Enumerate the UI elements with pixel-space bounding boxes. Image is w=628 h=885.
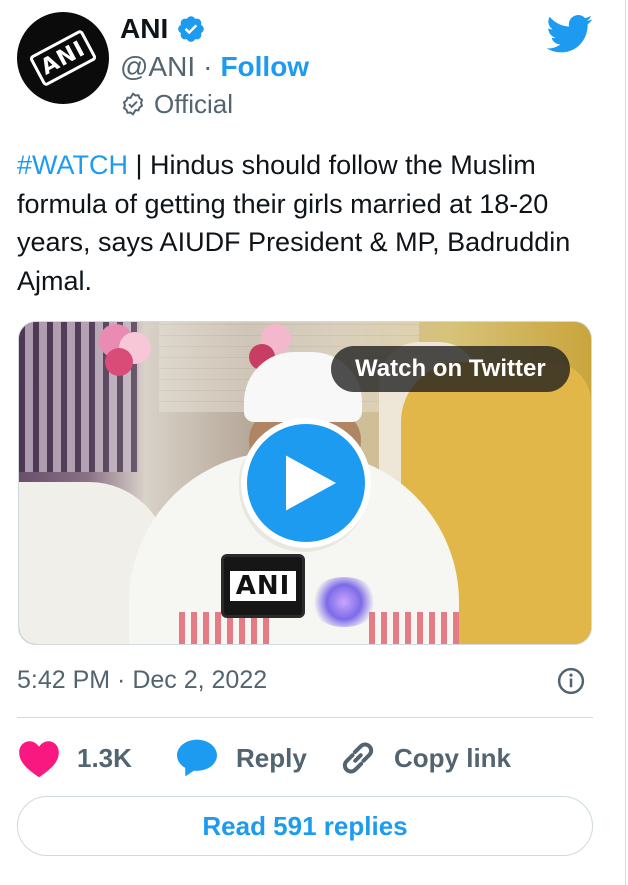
author-handle[interactable]: @ANI [120,50,195,84]
reply-bubble-icon [177,739,217,777]
timestamp-date: Dec 2, 2022 [132,666,268,694]
author-avatar[interactable]: ANI [17,12,109,104]
mic-label: ANI [229,571,297,601]
author-handle-row: @ANI · Follow [120,50,309,84]
watch-on-twitter-button[interactable]: Watch on Twitter [331,346,570,392]
tweet-embed-card: ANI ANI @ANI · Follow Official #WATCH | … [0,0,626,885]
info-icon[interactable] [556,666,586,696]
gamosa-scarf [369,612,459,644]
link-icon [342,742,374,774]
divider [17,717,593,718]
affiliation-label: Official [154,89,233,119]
read-replies-button[interactable]: Read 591 replies [17,796,593,856]
heart-icon [19,741,59,778]
balloon [105,348,133,376]
play-icon [286,455,336,511]
video-media[interactable]: ANI Watch on Twitter [18,321,592,645]
tweet-timestamp[interactable]: 5:42 PM · Dec 2, 2022 [17,664,267,696]
verified-badge-icon [178,16,205,42]
like-button[interactable]: 1.3K [17,738,132,778]
ani-microphone: ANI [221,554,305,618]
follow-button[interactable]: Follow [220,50,309,84]
official-badge-icon [122,92,144,116]
ani-logo: ANI [28,28,98,88]
author-name[interactable]: ANI [120,12,168,46]
copy-link-label: Copy link [394,742,512,773]
timestamp-time: 5:42 PM [17,666,111,694]
play-button[interactable] [241,418,371,548]
mic-light [309,577,379,627]
tweet-text: #WATCH | Hindus should follow the Muslim… [17,146,607,300]
author-name-row: ANI [120,12,206,46]
like-count: 1.3K [77,742,132,773]
timestamp-separator: · [110,666,133,694]
reply-button[interactable]: Reply [174,738,307,778]
hashtag-link[interactable]: #WATCH [17,150,128,180]
separator-dot: · [203,51,213,82]
read-replies-label: Read 591 replies [202,810,408,841]
affiliation-row: Official [120,88,233,120]
reply-label: Reply [236,742,307,773]
twitter-bird-icon[interactable] [547,14,593,54]
copy-link-button[interactable]: Copy link [336,738,511,778]
